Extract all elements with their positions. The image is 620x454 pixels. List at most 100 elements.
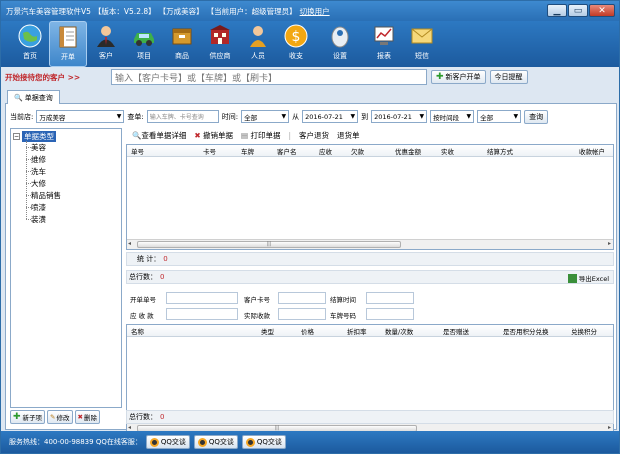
tree-item[interactable]: 维修 [31,153,46,165]
search-icon: 🔍 [132,130,142,140]
report-icon [371,23,397,49]
tree-item[interactable]: 大修 [31,177,46,189]
time-select[interactable]: 全部 ▼ [241,110,290,123]
toolbar-customer[interactable]: 客户 [87,21,125,67]
tab-document-query[interactable]: 🔍 单据查询 [7,90,60,104]
qq-chat-button[interactable]: QQ交谈 [241,435,286,449]
app-version: 【版本：V5.2.8】 [93,6,156,16]
arrow-left-icon[interactable]: ◂ [128,424,131,431]
toolbar-home[interactable]: 首页 [11,21,49,67]
edit-button[interactable]: ✎ 修改 [47,410,73,424]
customer-refund-button[interactable]: 客户退货 [299,130,329,141]
tree-buttons: ✚ 新子项 ✎ 修改 ✖ 删除 [10,410,122,424]
tree-item[interactable]: 装潢 [31,213,46,225]
document-icon [55,24,81,50]
excel-icon [567,273,577,283]
detail-total-row: 总行数： 0 [126,410,614,424]
toolbar-staff[interactable]: 人员 [239,21,277,67]
chevron-down-icon: ▼ [116,113,122,120]
app-name: 万景汽车美容管理软件V5 [6,6,91,16]
delete-button[interactable]: ✖ 删除 [74,410,100,424]
settings-icon [327,23,353,49]
card-no-field[interactable] [278,292,326,304]
receivable-field[interactable] [166,308,238,320]
table-header: 名称 类型 价格 折扣率 数量/次数 是否赠送 是否用积分兑换 兑换积分 [127,325,613,337]
maximize-icon: ▭ [573,5,583,16]
document-search-input[interactable]: 输入车牌、卡号查询 [146,110,219,123]
customer-search-input[interactable]: 输入【客户卡号】或【车牌】或【刷卡】 [111,69,427,85]
chevron-down-icon: ▼ [466,113,472,120]
settle-time-field[interactable] [366,292,414,304]
tree-item[interactable]: 精品销售 [31,189,61,201]
horizontal-scrollbar[interactable]: ◂ ||| ▸ [127,239,613,249]
delete-icon: ✖ [194,130,201,140]
detail-form: 开单单号 客户卡号 结算时间 应 收 款 实际收款 车牌号码 [126,286,614,326]
search-icon: 🔍 [14,93,23,102]
minimize-icon: ▁ [553,5,561,16]
arrow-right-icon[interactable]: ▸ [608,240,611,247]
plus-icon: ✚ [436,72,444,82]
close-icon: ✕ [598,5,606,16]
return-order-button[interactable]: 退货单 [337,130,360,141]
chevron-down-icon: ▼ [281,113,287,120]
svg-text:$: $ [292,29,301,45]
current-user: 【当前用户：超级管理员】 [206,6,297,16]
hotline-text: 服务热线：400-00-98839 QQ在线客服： [9,438,142,446]
new-customer-button[interactable]: ✚ 新客户开单 [431,70,486,84]
stat-row: 统 计： 0 [126,252,614,266]
store-name: 【万成美容】 [158,6,204,16]
all-select[interactable]: 全部 ▼ [477,110,522,123]
export-excel-button[interactable]: 导出Excel [567,273,609,283]
close-button[interactable]: ✕ [589,4,615,17]
store-select[interactable]: 万成美容 ▼ [36,110,125,123]
qq-chat-button[interactable]: QQ交谈 [193,435,238,449]
title-bar: 万景汽车美容管理软件V5 【版本：V5.2.8】 【万成美容】 【当前用户：超级… [1,1,619,21]
view-detail-button[interactable]: 🔍查看单据详细 [132,130,186,141]
revoke-button[interactable]: ✖ 撤销单据 [194,130,233,141]
actual-received-field[interactable] [278,308,326,320]
toolbar-settings[interactable]: 设置 [321,21,359,67]
maximize-button[interactable]: ▭ [568,4,588,17]
tree-item[interactable]: 喷漆 [31,201,46,213]
supplier-icon [207,23,233,49]
today-reminder-button[interactable]: 今日提醒 [489,70,528,84]
toolbar-supplier[interactable]: 供应商 [201,21,239,67]
table-header: 单号 卡号 车牌 客户名 应收 欠款 优惠金额 实收 结算方式 收款帐户 [127,145,613,157]
results-area: 🔍查看单据详细 ✖ 撤销单据 ▤ 打印单据 | 客户退货 退货单 单号 卡号 车… [126,128,614,434]
qq-icon [245,437,255,447]
qq-chat-button[interactable]: QQ交谈 [145,435,190,449]
tree-item[interactable]: 洗车 [31,165,46,177]
toolbar-finance[interactable]: $ 收支 [277,21,315,67]
toolbar-reports[interactable]: 报表 [365,21,403,67]
from-date-picker[interactable]: 2016-07-21 ▼ [302,110,359,123]
print-button[interactable]: ▤ 打印单据 [241,130,280,141]
filter-bar: 当前店: 万成美容 ▼ 查单: 输入车牌、卡号查询 时间: 全部 ▼ 从 2016-… [10,109,614,124]
person-icon [245,23,271,49]
toolbar-project[interactable]: 项目 [125,21,163,67]
minimize-button[interactable]: ▁ [547,4,567,17]
scroll-thumb[interactable]: ||| [137,241,401,248]
order-no-field[interactable] [166,292,238,304]
qq-icon [149,437,159,447]
add-subitem-button[interactable]: ✚ 新子项 [10,410,46,424]
toolbar-goods[interactable]: 商品 [163,21,201,67]
plus-icon: ✚ [13,412,21,422]
switch-user-link[interactable]: 切换用户 [300,6,330,17]
goods-icon [169,23,195,49]
collapse-icon[interactable]: − [13,133,20,140]
chevron-down-icon: ▼ [350,113,356,120]
toolbar-open-order[interactable]: 开单 [49,21,87,67]
tree-item[interactable]: 美容 [31,141,46,153]
period-select[interactable]: 按时间段 ▼ [430,110,475,123]
arrow-left-icon[interactable]: ◂ [128,240,131,247]
main-toolbar: 首页 开单 客户 项目 商品 供应商 人员 $ 收支 设置 报表 短信 [1,21,619,67]
query-button[interactable]: 查询 [524,109,549,124]
plate-no-field[interactable] [366,308,414,320]
pencil-icon: ✎ [50,413,56,421]
documents-table: 单号 卡号 车牌 客户名 应收 欠款 优惠金额 实收 结算方式 收款帐户 ◂ ||… [126,144,614,250]
to-date-picker[interactable]: 2016-07-21 ▼ [371,110,428,123]
arrow-right-icon[interactable]: ▸ [608,424,611,431]
chevron-down-icon: ▼ [513,113,519,120]
toolbar-sms[interactable]: 短信 [403,21,441,67]
total-row: 总行数： 0 导出Excel [126,270,614,284]
